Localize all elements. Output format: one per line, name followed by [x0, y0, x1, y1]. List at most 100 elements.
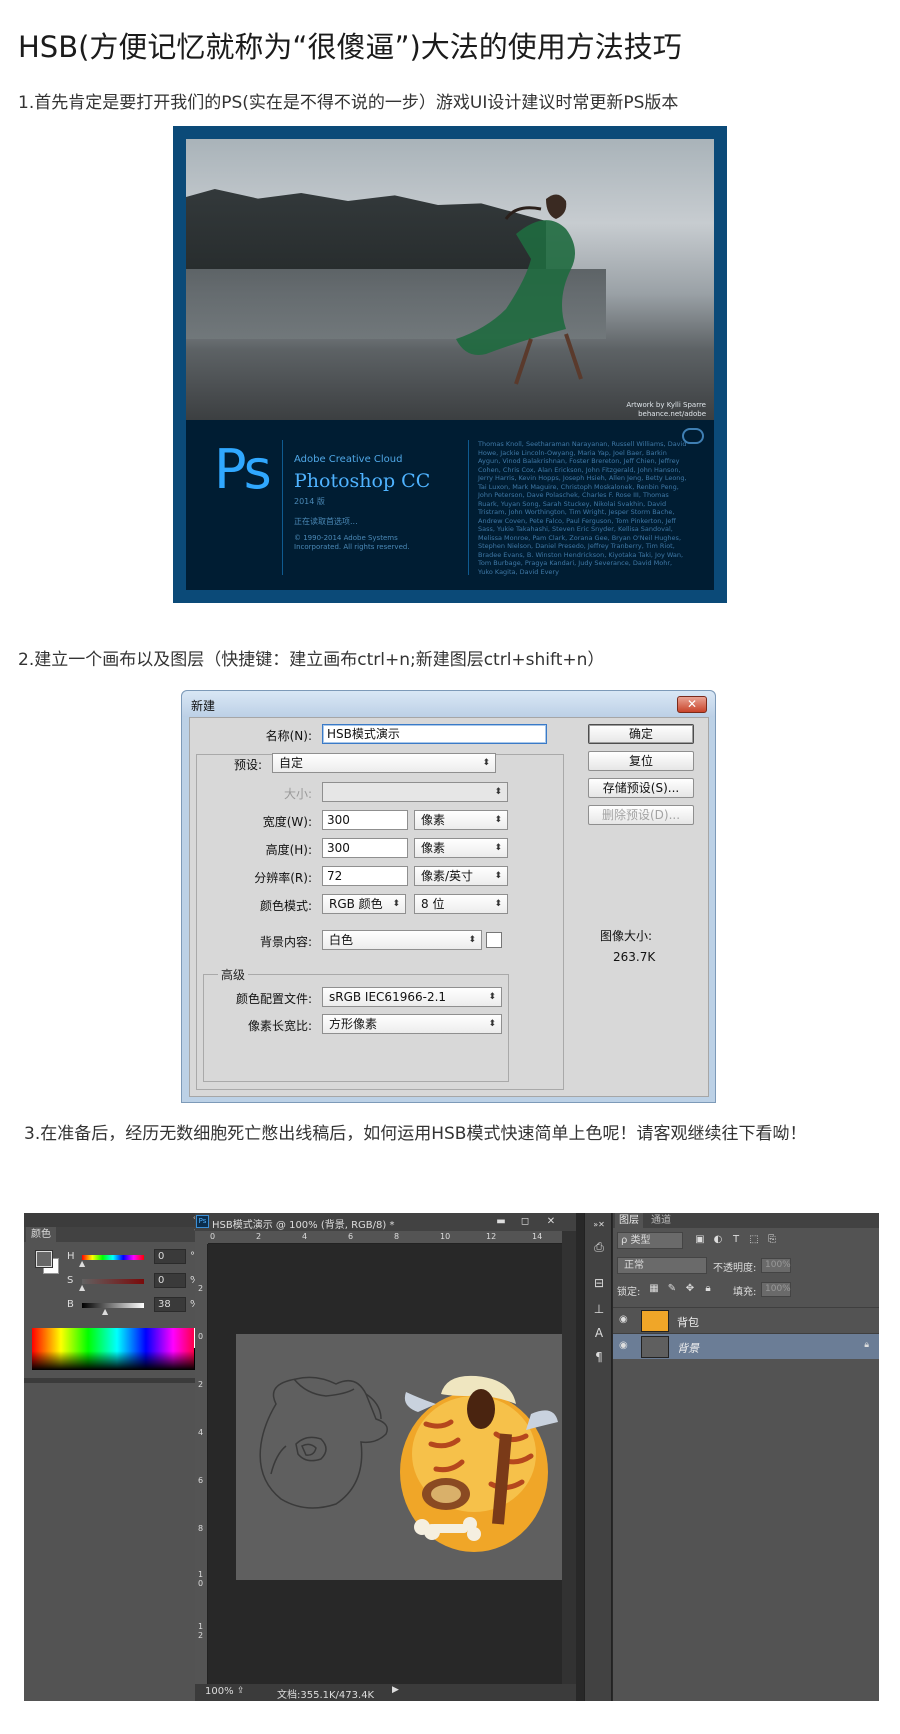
layer-row[interactable]: ◉ 背包 — [613, 1307, 879, 1333]
height-unit-select[interactable]: 像素 ⬍ — [414, 838, 508, 858]
resolution-unit-select[interactable]: 像素/英寸 ⬍ — [414, 866, 508, 886]
maximize-icon[interactable]: ◻ — [515, 1215, 535, 1228]
select-arrows-icon: ⬍ — [494, 787, 502, 797]
layer-filter-select[interactable]: ρ 类型 — [617, 1232, 683, 1249]
artwork-site-line: behance.net/adobe — [638, 410, 706, 418]
minimize-icon[interactable]: ▬ — [491, 1215, 511, 1228]
ruler-v-tick: 8 — [198, 1524, 204, 1533]
close-icon[interactable]: ✕ — [541, 1215, 561, 1228]
character-icon[interactable]: A — [589, 1323, 609, 1343]
saturation-field[interactable]: 0 — [154, 1273, 186, 1288]
product-version: 2014 版 — [294, 497, 325, 506]
size-select[interactable]: ⬍ — [322, 782, 508, 802]
layers-panel: 图层 通道 ρ 类型 ▣ ◐ T ⬚ ⎘ 正常 不透明度: 100% 锁定: ▦… — [613, 1213, 879, 1701]
tab-color[interactable]: 颜色 — [26, 1227, 56, 1242]
type-filter-icon[interactable]: T — [729, 1233, 743, 1247]
lock-position-icon[interactable]: ✥ — [683, 1282, 697, 1296]
canvas-area[interactable] — [208, 1244, 572, 1684]
vertical-scrollbar[interactable] — [562, 1231, 576, 1684]
status-bar: 100% ⇪ 文档:355.1K/473.4K ▶ — [195, 1684, 576, 1701]
fill-field[interactable]: 100% — [761, 1282, 791, 1297]
zoom-level[interactable]: 100% — [205, 1686, 234, 1697]
select-arrows-icon: ⬍ — [488, 992, 496, 1002]
status-menu-arrow-icon[interactable]: ▶ — [392, 1685, 399, 1695]
foreground-color-swatch[interactable] — [36, 1251, 52, 1267]
bit-depth-select[interactable]: 8 位 ⬍ — [414, 894, 508, 914]
ok-button[interactable]: 确定 — [588, 724, 694, 744]
saturation-slider-thumb[interactable]: ▲ — [79, 1283, 85, 1292]
tab-layers[interactable]: 图层 — [615, 1213, 643, 1228]
share-icon[interactable]: ⇪ — [237, 1686, 245, 1696]
smart-object-filter-icon[interactable]: ⎘ — [765, 1233, 779, 1247]
paragraph-icon[interactable]: ¶ — [589, 1347, 609, 1367]
hue-slider[interactable] — [82, 1255, 144, 1260]
collapse-icon[interactable]: »✕ — [589, 1215, 609, 1235]
history-icon[interactable]: ⎙ — [589, 1237, 609, 1257]
background-select[interactable]: 白色 ⬍ — [322, 930, 482, 950]
document-tab[interactable]: Ps HSB模式演示 @ 100% (背景, RGB/8) * ▬ ◻ ✕ — [195, 1213, 576, 1231]
blend-mode-select[interactable]: 正常 — [617, 1257, 707, 1274]
splash-divider — [282, 440, 283, 575]
name-field[interactable]: HSB模式演示 — [322, 724, 547, 744]
brush-preset-icon[interactable]: ⊟ — [589, 1273, 609, 1293]
resolution-field[interactable]: 72 — [322, 866, 408, 886]
background-color-swatch[interactable] — [486, 932, 502, 948]
pixel-filter-icon[interactable]: ▣ — [693, 1233, 707, 1247]
fill-label: 填充: — [733, 1287, 757, 1298]
color-mode-select[interactable]: RGB 颜色 ⬍ — [322, 894, 406, 914]
document-canvas[interactable] — [236, 1334, 572, 1580]
height-field[interactable]: 300 — [322, 838, 408, 858]
brightness-label: B — [67, 1299, 74, 1310]
vertical-ruler[interactable]: 2 0 2 4 6 8 1 0 1 2 — [195, 1244, 208, 1684]
lock-all-icon[interactable]: 🔒︎ — [701, 1282, 715, 1296]
splash-divider-2 — [468, 440, 469, 575]
brightness-field[interactable]: 38 — [154, 1297, 186, 1312]
close-button[interactable]: ✕ — [677, 696, 707, 713]
hue-slider-thumb[interactable]: ▲ — [79, 1259, 85, 1268]
lock-transparency-icon[interactable]: ▦ — [647, 1282, 661, 1296]
bit-depth-value: 8 位 — [421, 897, 445, 911]
resolution-label: 分辨率(R): — [254, 871, 312, 885]
panel-collapse-bar[interactable]: « ✕ — [24, 1213, 211, 1227]
shape-filter-icon[interactable]: ⬚ — [747, 1233, 761, 1247]
panel-tool-strip: »✕ ⎙ ⊟ ⊥ A ¶ — [584, 1213, 612, 1701]
opacity-field[interactable]: 100% — [761, 1258, 791, 1273]
pixel-aspect-select[interactable]: 方形像素 ⬍ — [322, 1014, 502, 1034]
color-spectrum[interactable] — [32, 1328, 202, 1370]
saturation-slider[interactable] — [82, 1279, 144, 1284]
backpack-colored-character — [400, 1375, 558, 1552]
color-profile-select[interactable]: sRGB IEC61966-2.1 ⬍ — [322, 987, 502, 1007]
brightness-slider-thumb[interactable]: ▲ — [102, 1307, 108, 1316]
dancer-figure — [456, 194, 583, 385]
ruler-corner[interactable] — [195, 1231, 208, 1244]
brush-icon[interactable]: ⊥ — [589, 1299, 609, 1319]
width-field[interactable]: 300 — [322, 810, 408, 830]
brightness-slider[interactable] — [82, 1303, 144, 1308]
step-3-text: 3.在准备后，经历无数细胞死亡憋出线稿后，如何运用HSB模式快速简单上色呢！请客… — [24, 1124, 807, 1144]
ruler-v-tick: 1 2 — [198, 1622, 204, 1640]
ruler-h-tick: 4 — [302, 1232, 308, 1241]
visibility-eye-icon[interactable]: ◉ — [619, 1314, 628, 1325]
preset-select[interactable]: 自定 ⬍ — [272, 753, 496, 773]
image-size-value: 263.7K — [613, 950, 656, 964]
delete-preset-button[interactable]: 删除预设(D)... — [588, 805, 694, 825]
horizontal-ruler[interactable]: 0 2 4 6 8 10 12 14 — [208, 1231, 562, 1244]
reset-button[interactable]: 复位 — [588, 751, 694, 771]
hue-field[interactable]: 0 — [154, 1249, 186, 1264]
layer-row-selected[interactable]: ◉ 背景 🔒︎ — [613, 1333, 879, 1359]
preset-label: 预设: — [233, 758, 262, 772]
dialog-titlebar: 新建 ✕ — [182, 691, 715, 717]
adjustment-filter-icon[interactable]: ◐ — [711, 1233, 725, 1247]
ps-logo: Ps — [214, 438, 272, 501]
ruler-v-tick: 2 — [198, 1284, 204, 1293]
visibility-eye-icon[interactable]: ◉ — [619, 1340, 628, 1351]
panel-resize-handle[interactable] — [24, 1378, 211, 1383]
width-unit-select[interactable]: 像素 ⬍ — [414, 810, 508, 830]
saturation-label: S — [67, 1275, 74, 1286]
lock-pixels-icon[interactable]: ✎ — [665, 1282, 679, 1296]
resolution-unit-value: 像素/英寸 — [421, 869, 474, 883]
tab-channels[interactable]: 通道 — [647, 1213, 675, 1228]
suite-name: Adobe Creative Cloud — [294, 454, 403, 465]
splash-artwork: Artwork by Kylli Sparre behance.net/adob… — [186, 139, 714, 420]
save-preset-button[interactable]: 存储预设(S)... — [588, 778, 694, 798]
